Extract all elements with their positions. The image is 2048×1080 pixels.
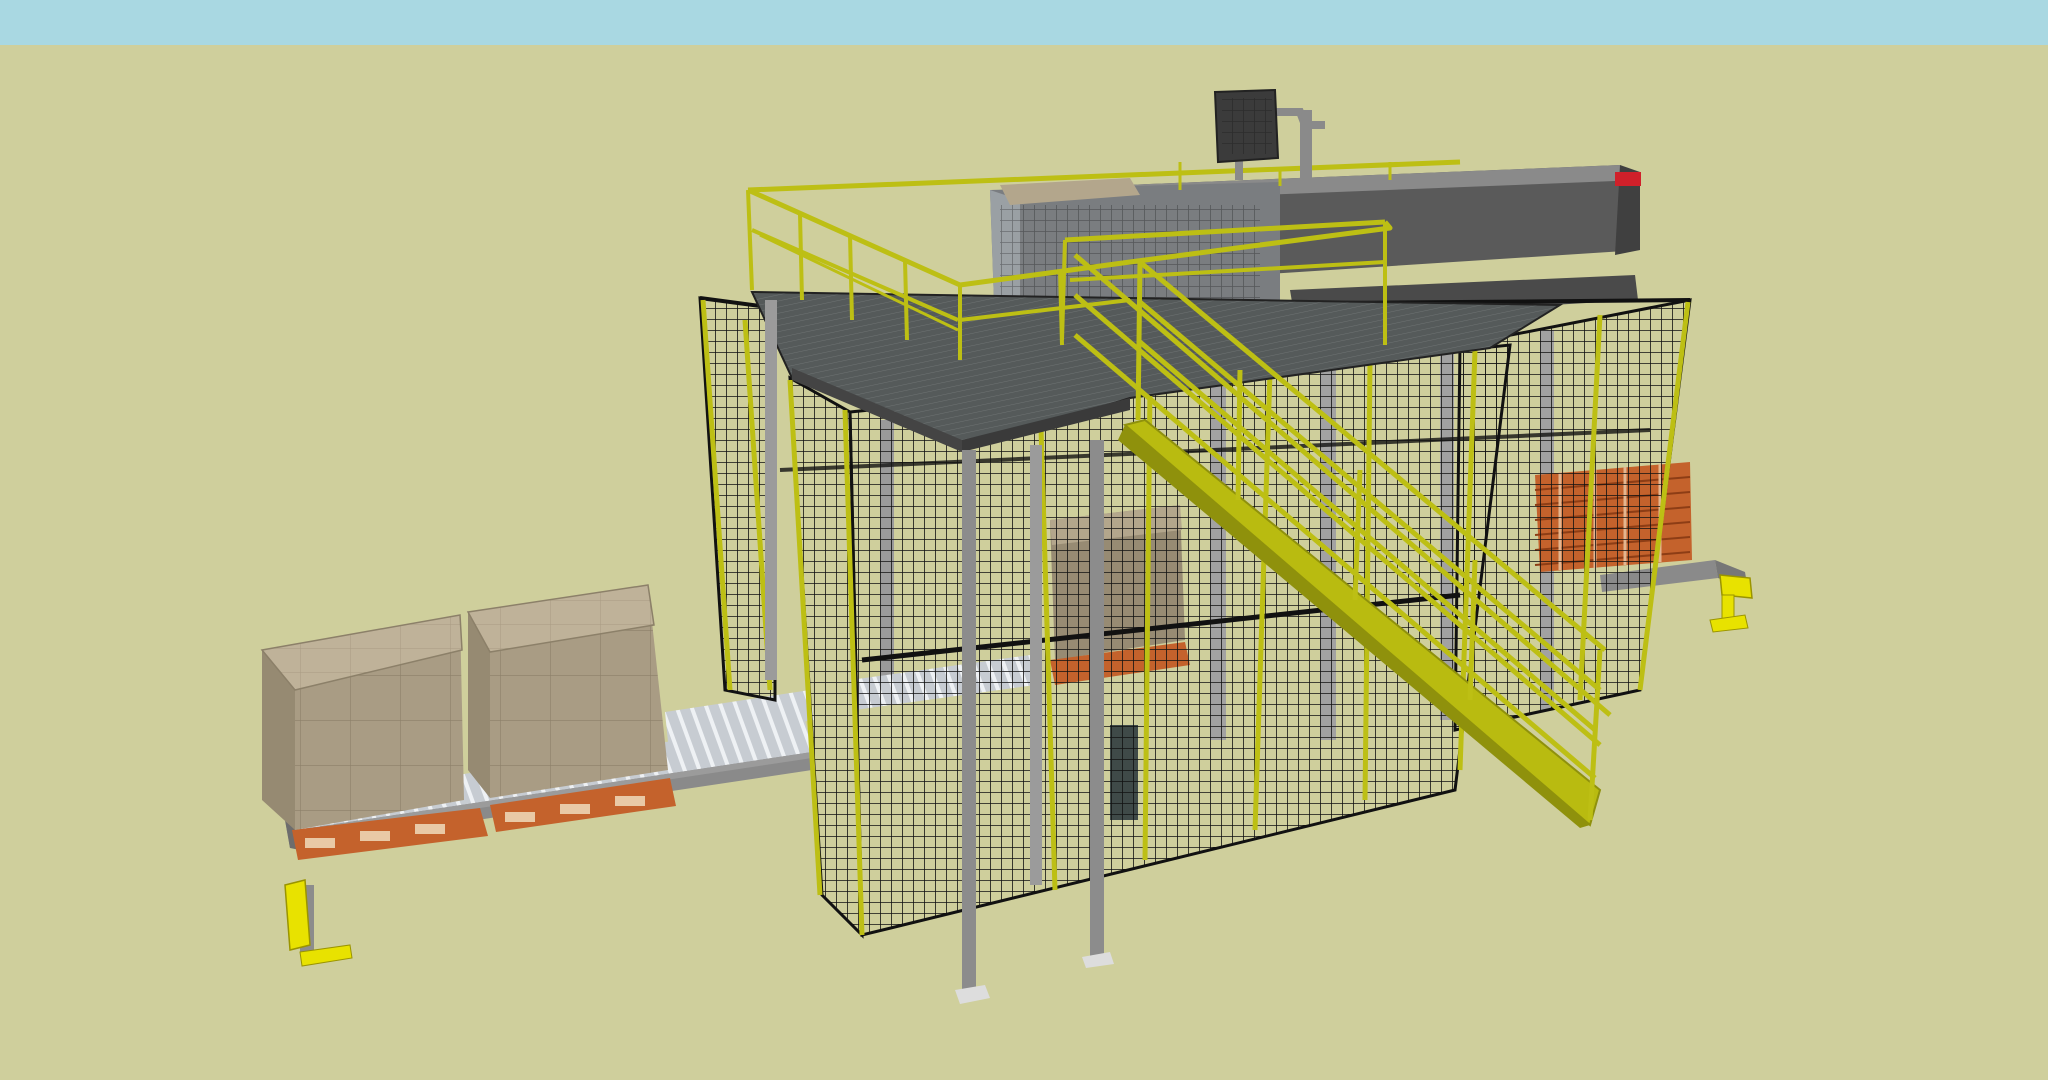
fence-panel-left-back bbox=[698, 296, 777, 702]
3d-viewport[interactable] bbox=[0, 0, 2048, 1080]
pallet-load-front[interactable] bbox=[260, 614, 488, 860]
yellow-leg-guard bbox=[284, 879, 311, 951]
palletizer-scene[interactable] bbox=[0, 0, 2048, 1080]
warning-light bbox=[1615, 172, 1641, 186]
pallet-load-rear[interactable] bbox=[466, 584, 676, 832]
